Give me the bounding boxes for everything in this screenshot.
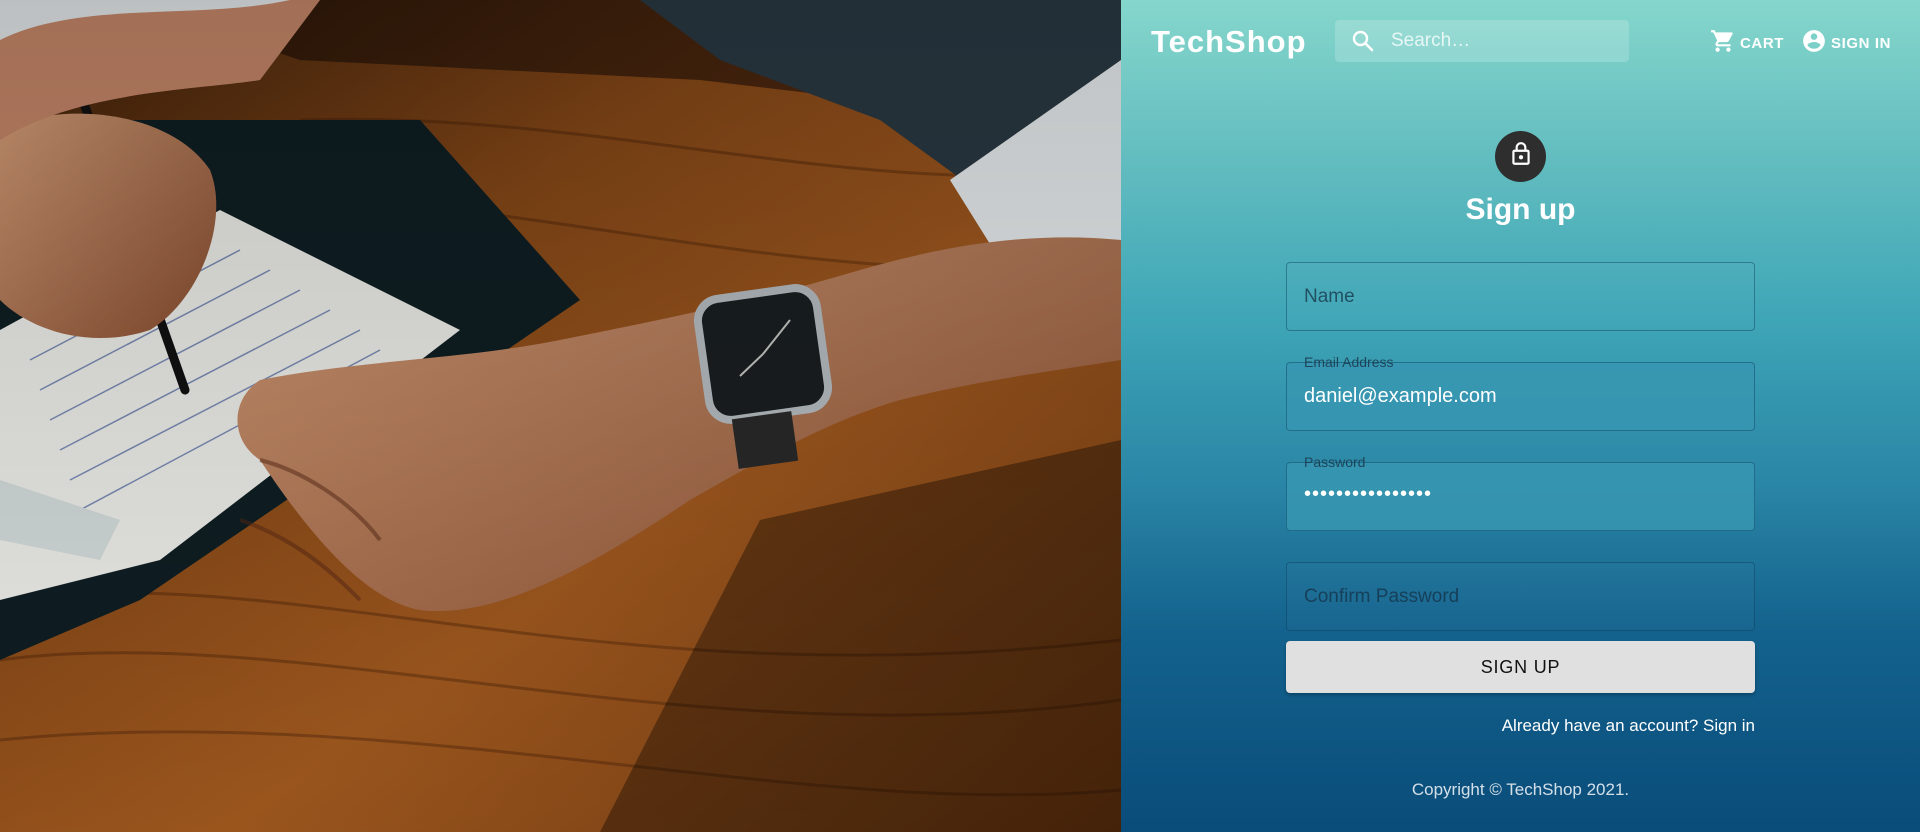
signin-link[interactable]: Already have an account? Sign in bbox=[1502, 716, 1755, 736]
search-icon bbox=[1335, 20, 1391, 62]
cart-icon bbox=[1710, 28, 1736, 58]
lock-icon bbox=[1508, 141, 1534, 172]
brand-logo[interactable]: TechShop bbox=[1151, 24, 1307, 60]
hero-photo bbox=[0, 0, 1121, 832]
desk-photo-illustration bbox=[0, 0, 1121, 832]
copyright-text: Copyright © TechShop 2021. bbox=[1411, 780, 1630, 799]
email-field[interactable]: Email Address daniel@example.com bbox=[1286, 354, 1755, 431]
confirm-password-placeholder: Confirm Password bbox=[1304, 586, 1460, 607]
name-placeholder: Name bbox=[1304, 286, 1355, 307]
account-circle-icon bbox=[1801, 28, 1827, 58]
email-value: daniel@example.com bbox=[1304, 385, 1497, 407]
cart-button[interactable]: CART bbox=[1710, 28, 1784, 58]
page-title: Sign up bbox=[1465, 193, 1576, 226]
cart-label: CART bbox=[1740, 34, 1785, 52]
email-label: Email Address bbox=[1299, 354, 1399, 370]
lock-avatar bbox=[1495, 131, 1546, 182]
password-label: Password bbox=[1299, 454, 1371, 470]
password-value: •••••••••••••••• bbox=[1304, 483, 1433, 505]
search-input[interactable] bbox=[1391, 30, 1611, 52]
signup-button[interactable]: SIGN UP bbox=[1286, 641, 1755, 693]
search-bar[interactable] bbox=[1335, 20, 1629, 62]
confirm-password-field[interactable]: Confirm Password bbox=[1286, 562, 1755, 631]
signup-panel: TechShop CART SIGN IN Sign up Name Email… bbox=[1121, 0, 1920, 832]
name-field[interactable]: Name bbox=[1286, 262, 1755, 331]
signin-nav-label: SIGN IN bbox=[1831, 34, 1892, 52]
password-field[interactable]: Password •••••••••••••••• bbox=[1286, 454, 1755, 531]
signin-nav-button[interactable]: SIGN IN bbox=[1801, 28, 1891, 58]
